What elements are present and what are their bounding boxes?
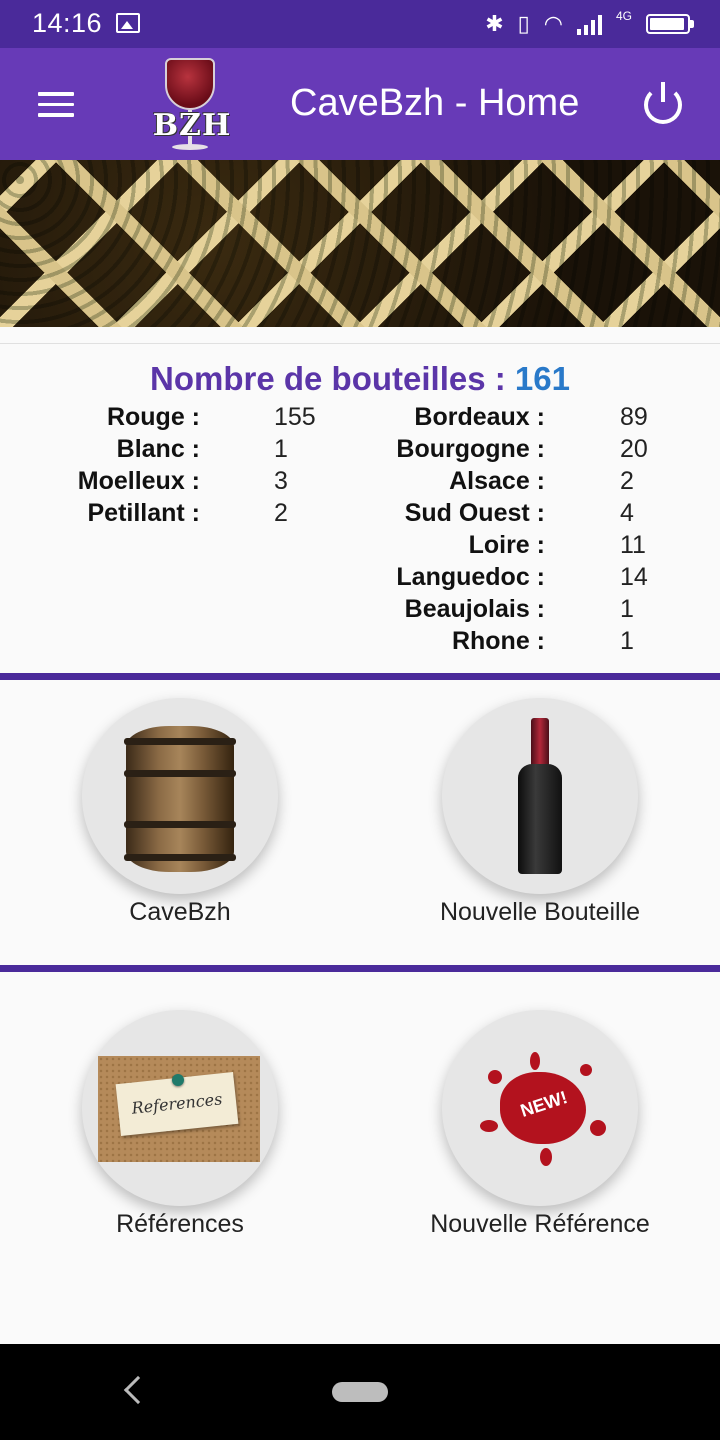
references-button[interactable]: References [82,1010,278,1206]
references-label[interactable]: Références [20,1210,340,1239]
stat-value-sud-ouest: 4 [620,499,634,527]
stat-row-rhone: Rhone : [451,627,545,655]
app-logo: BZH [148,56,236,154]
status-bar: 14:16 ✱ ▯ ◠ 4G [0,0,720,48]
stat-value-loire: 11 [620,531,646,559]
stat-row-bourgogne: Bourgogne : [396,435,545,463]
cave-button[interactable] [82,698,278,894]
cave-label[interactable]: CaveBzh [20,898,340,927]
bottle-count-label: Nombre de bouteilles : [150,360,506,397]
wine-bottle-icon [518,718,562,874]
stat-value-beaujolais: 1 [620,595,634,623]
network-type: 4G [615,9,632,23]
status-time: 14:16 [32,8,103,38]
stat-row-languedoc: Languedoc : [396,563,545,591]
stat-value-languedoc: 14 [620,563,648,591]
back-icon[interactable] [123,1375,153,1405]
wine-glass-icon [165,58,215,110]
bottle-count-title: Nombre de bouteilles : 161 [0,360,720,398]
new-bottle-button[interactable] [442,698,638,894]
cell-signal-icon [576,13,602,35]
wifi-icon: ◠ [543,11,563,36]
barrel-icon [124,726,236,872]
stat-row-alsace: Alsace : [449,467,545,495]
power-icon[interactable] [644,82,682,124]
section-separator [0,965,720,972]
stat-value-bourgogne: 20 [620,435,648,463]
new-splash-icon: NEW! [470,1050,610,1170]
stat-row-bordeaux: Bordeaux : [414,403,545,431]
logo-text: BZH [152,108,232,143]
wine-rack-banner [0,160,720,327]
new-reference-button[interactable]: NEW! [442,1010,638,1206]
status-icons: ✱ ▯ ◠ 4G [485,9,694,38]
stat-value-rhone: 1 [620,627,634,655]
page-title: CaveBzh - Home [290,82,580,124]
pin-icon [172,1074,184,1086]
system-nav-bar [0,1344,720,1440]
corkboard-icon: References [98,1056,260,1162]
new-reference-label[interactable]: Nouvelle Référence [380,1210,700,1239]
bottle-count-total: 161 [514,360,570,397]
new-bottle-label[interactable]: Nouvelle Bouteille [380,898,700,927]
vibrate-icon: ▯ [517,11,530,36]
menu-icon[interactable] [38,92,74,118]
stat-value-bordeaux: 89 [620,403,648,431]
image-notification-icon [116,13,140,33]
divider [0,343,720,344]
battery-icon [646,14,694,34]
app-bar: BZH CaveBzh - Home [0,48,720,160]
section-separator [0,673,720,680]
stat-row-sud-ouest: Sud Ouest : [404,499,545,527]
stat-value-alsace: 2 [620,467,634,495]
stat-row-loire: Loire : [468,531,545,559]
bluetooth-icon: ✱ [485,11,504,36]
home-pill[interactable] [332,1382,388,1402]
stat-row-beaujolais: Beaujolais : [404,595,545,623]
